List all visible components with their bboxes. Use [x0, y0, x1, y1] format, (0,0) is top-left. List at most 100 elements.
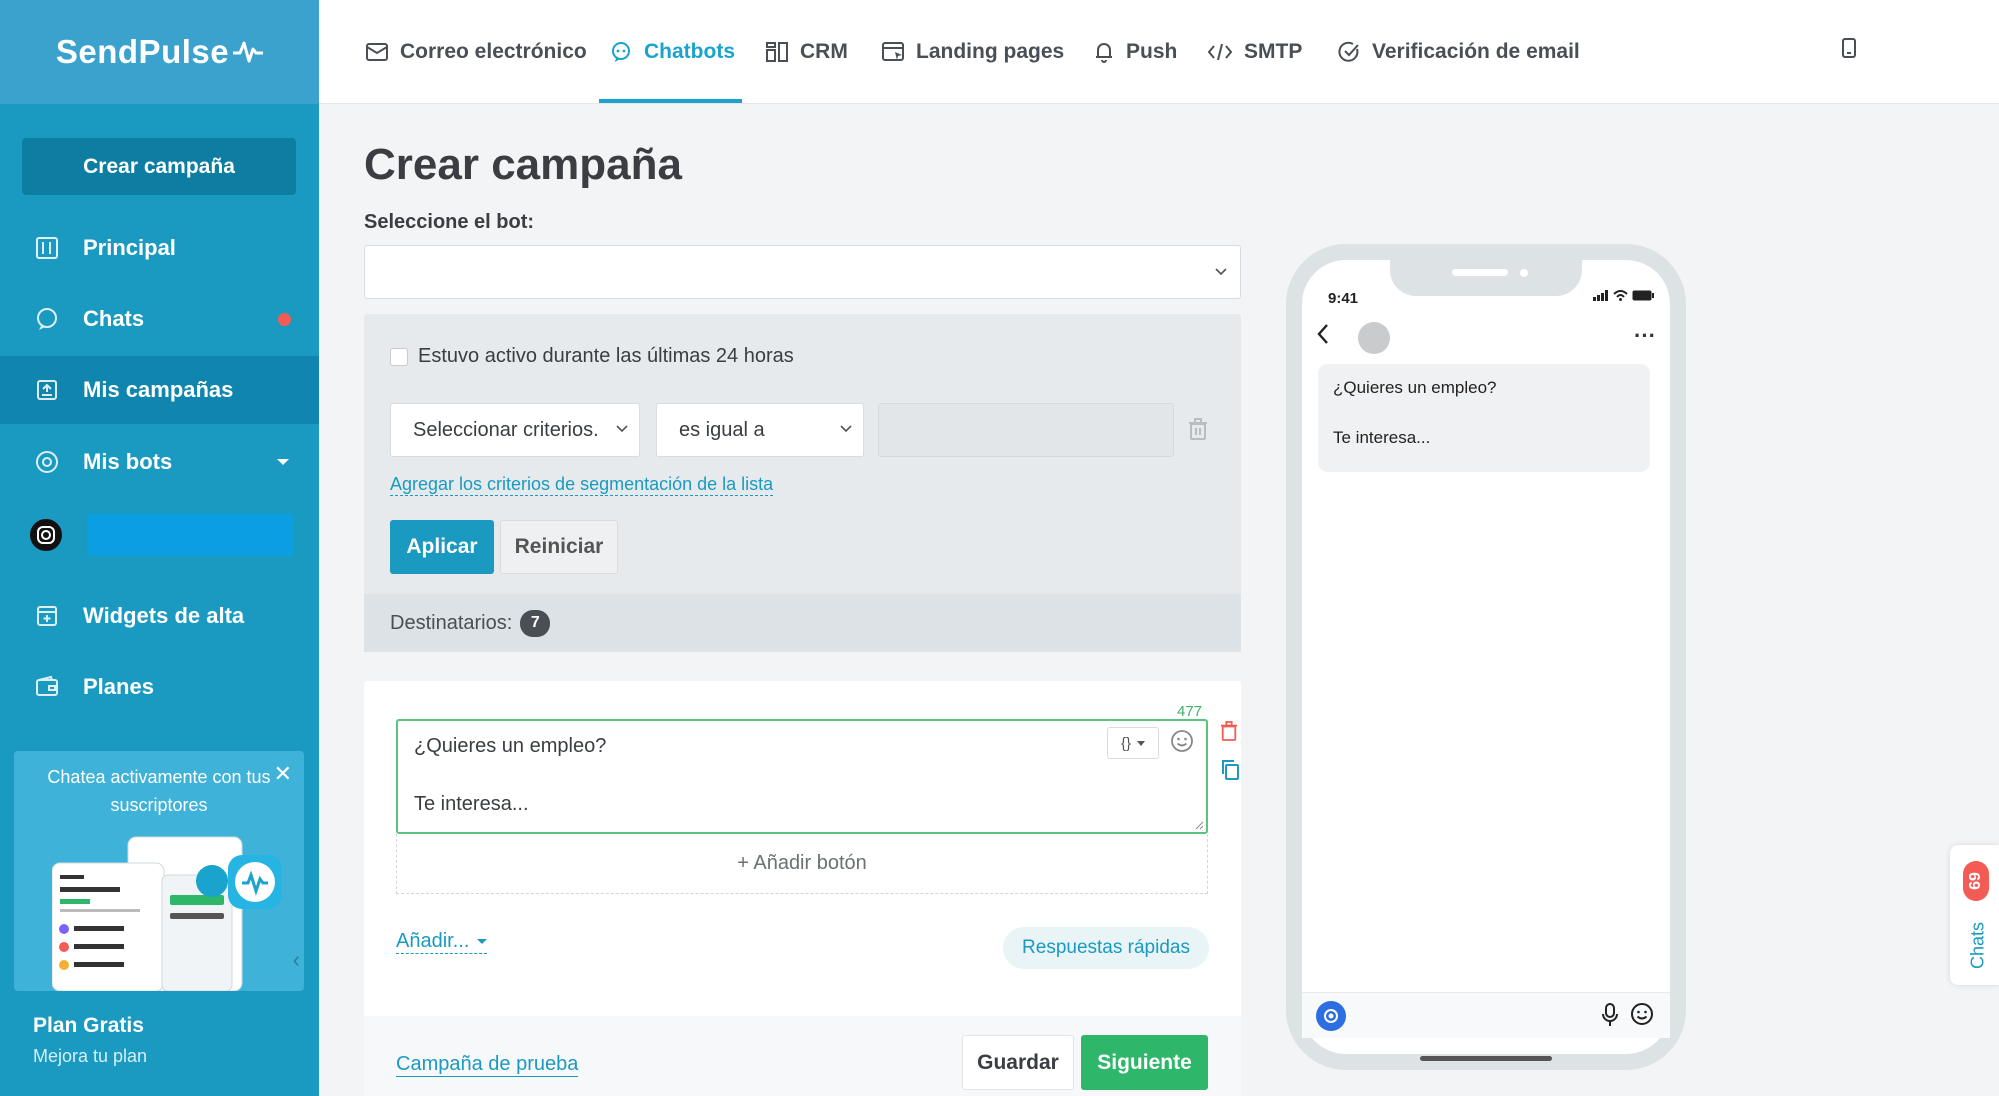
back-arrow-icon[interactable]: [1316, 323, 1330, 345]
delete-message-icon[interactable]: [1220, 721, 1238, 746]
insert-variable-button[interactable]: {}: [1107, 727, 1159, 759]
chatbot-icon: [610, 41, 632, 63]
mobile-preview-icon[interactable]: [1842, 38, 1856, 63]
mail-icon: [366, 42, 388, 62]
sidebar-item-principal[interactable]: Principal: [0, 214, 319, 282]
dashboard-icon: [34, 235, 60, 261]
sidebar-item-mis-bots[interactable]: Mis bots: [0, 428, 319, 496]
logo-text: SendPulse: [55, 33, 230, 70]
plan-info[interactable]: Plan Gratis Mejora tu plan: [33, 1014, 147, 1067]
bot-select[interactable]: [364, 245, 1241, 299]
phone-input-bar: [1302, 992, 1670, 1038]
wifi-icon: [1613, 290, 1628, 301]
bot-entry[interactable]: [28, 514, 293, 556]
tab-push[interactable]: Push: [1094, 0, 1177, 104]
landing-icon: [882, 41, 904, 63]
tab-label: CRM: [800, 40, 848, 63]
bot-name-redacted: [87, 514, 293, 556]
phone-preview: 9:41 ··· ¿Quieres un empleo? Te interesa…: [1286, 244, 1686, 1070]
tab-landing-pages[interactable]: Landing pages: [882, 0, 1064, 104]
recipients-row: Destinatarios: 7: [364, 594, 1241, 652]
tab-crm[interactable]: CRM: [766, 0, 848, 104]
sidebar-item-widgets[interactable]: Widgets de alta: [0, 582, 319, 650]
bot-icon: [34, 449, 60, 475]
close-icon[interactable]: ✕: [274, 761, 292, 787]
active-24h-row[interactable]: Estuvo activo durante las últimas 24 hor…: [390, 345, 794, 368]
resize-handle-icon[interactable]: [1194, 820, 1204, 830]
page-title: Crear campaña: [364, 140, 682, 189]
message-textarea[interactable]: ¿Quieres un empleo? Te interesa... {}: [396, 719, 1208, 834]
apply-button[interactable]: Aplicar: [390, 520, 494, 574]
sidebar-item-label: Mis campañas: [83, 377, 234, 402]
preview-message-bubble: ¿Quieres un empleo? Te interesa...: [1318, 364, 1650, 472]
upgrade-link[interactable]: Mejora tu plan: [33, 1046, 147, 1067]
instagram-icon: [28, 517, 64, 553]
tab-label: SMTP: [1244, 40, 1303, 63]
campaign-icon: [34, 377, 60, 403]
sendpulse-logo[interactable]: SendPulse: [55, 33, 264, 71]
active-24h-checkbox[interactable]: [390, 347, 408, 366]
message-editor-card: 477 ¿Quieres un empleo? Te interesa... {…: [364, 681, 1241, 1096]
quick-replies-button[interactable]: Respuestas rápidas: [1003, 927, 1209, 969]
delete-criteria-icon[interactable]: [1188, 418, 1208, 445]
home-indicator: [1420, 1056, 1552, 1061]
criteria-select[interactable]: Seleccionar criterios.: [390, 403, 640, 457]
chats-widget[interactable]: 69 Chats: [1950, 845, 1999, 985]
add-more-dropdown[interactable]: Añadir...: [396, 930, 488, 954]
test-campaign-link[interactable]: Campaña de prueba: [396, 1053, 579, 1077]
camera-icon[interactable]: [1316, 1001, 1346, 1031]
active-24h-label: Estuvo activo durante las últimas 24 hor…: [418, 345, 794, 367]
tab-label: Correo electrónico: [400, 40, 587, 63]
chevron-down-icon: [277, 459, 289, 465]
phone-notch: [1390, 258, 1582, 296]
more-icon[interactable]: ···: [1634, 323, 1656, 349]
microphone-icon[interactable]: [1602, 1003, 1618, 1027]
reset-button[interactable]: Reiniciar: [500, 520, 618, 574]
add-button-button[interactable]: + Añadir botón: [396, 834, 1208, 894]
phone-clock: 9:41: [1328, 290, 1359, 307]
logo-bar: SendPulse: [0, 0, 319, 104]
create-campaign-button[interactable]: Crear campaña: [22, 138, 296, 195]
chevron-down-icon: [840, 425, 852, 433]
plan-title: Plan Gratis: [33, 1014, 144, 1037]
pulse-icon: [233, 41, 264, 63]
tab-smtp[interactable]: SMTP: [1208, 0, 1302, 104]
signal-icon: [1593, 290, 1608, 301]
operator-select-value: es igual a: [679, 418, 765, 441]
widget-icon: [34, 603, 60, 629]
save-button[interactable]: Guardar: [962, 1035, 1074, 1090]
chevron-down-icon: [477, 939, 488, 944]
tab-email[interactable]: Correo electrónico: [366, 0, 587, 104]
add-more-label: Añadir...: [396, 930, 470, 952]
chats-widget-label: Chats: [1967, 921, 1988, 970]
chevron-left-icon[interactable]: ‹: [293, 947, 300, 973]
tab-label: Landing pages: [916, 40, 1065, 63]
audience-filter-panel: Estuvo activo durante las últimas 24 hor…: [364, 314, 1241, 652]
copy-message-icon[interactable]: [1220, 759, 1240, 786]
promo-text: Chatea activamente con tus suscriptores: [47, 767, 271, 815]
operator-select[interactable]: es igual a: [656, 403, 864, 457]
sidebar-item-label: Chats: [83, 306, 145, 331]
chevron-down-icon: [1137, 740, 1146, 746]
criteria-value-input[interactable]: [878, 403, 1174, 457]
sidebar-item-planes[interactable]: Planes: [0, 653, 319, 721]
sidebar-item-label: Principal: [83, 235, 176, 260]
active-tab-indicator: [599, 99, 742, 103]
sidebar-item-mis-campanas[interactable]: Mis campañas: [0, 356, 319, 424]
battery-icon: [1632, 290, 1654, 301]
bot-select-label: Seleccione el bot:: [364, 211, 535, 233]
add-segment-criteria-link[interactable]: Agregar los criterios de segmentación de…: [390, 474, 774, 496]
chats-count-badge: 69: [1963, 861, 1989, 901]
code-icon: [1208, 42, 1232, 62]
tab-chatbots[interactable]: Chatbots: [610, 0, 735, 104]
emoji-icon[interactable]: [1630, 1002, 1654, 1026]
emoji-icon[interactable]: [1170, 729, 1194, 759]
preview-line: ¿Quieres un empleo?: [1333, 378, 1497, 397]
next-button[interactable]: Siguiente: [1081, 1035, 1208, 1090]
tab-label: Chatbots: [644, 40, 735, 63]
recipients-count-badge: 7: [520, 609, 551, 637]
sidebar-item-label: Widgets de alta: [83, 603, 245, 628]
sidebar-item-chats[interactable]: Chats: [0, 285, 319, 353]
chat-app-illustration: [52, 836, 282, 991]
tab-email-verification[interactable]: Verificación de email: [1338, 0, 1580, 104]
